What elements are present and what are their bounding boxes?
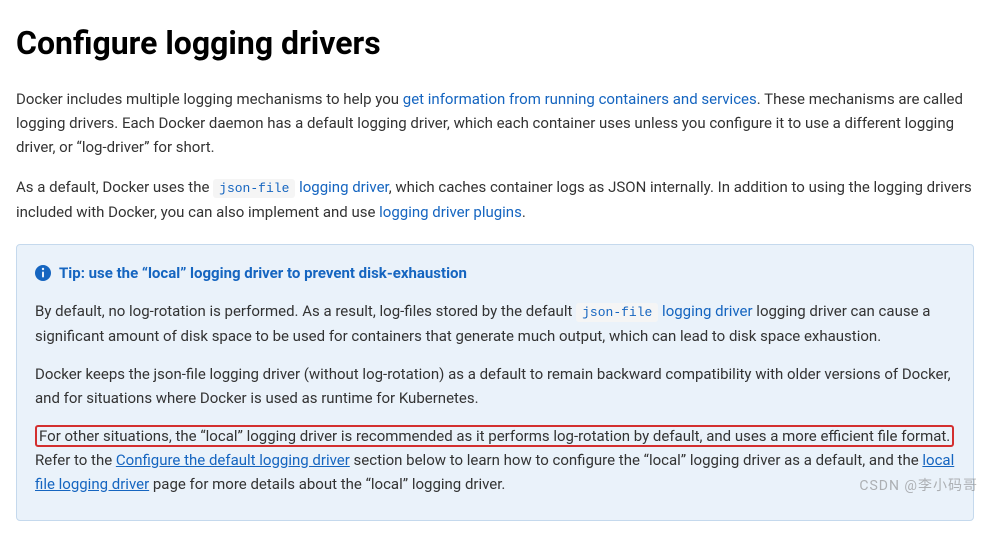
link-json-file-driver[interactable]: json-file logging driver bbox=[213, 178, 389, 196]
link-text: logging driver bbox=[295, 178, 388, 196]
link-logging-plugins[interactable]: logging driver plugins bbox=[379, 203, 522, 221]
text: As a default, Docker uses the bbox=[16, 178, 213, 196]
page-title: Configure logging drivers bbox=[16, 18, 974, 69]
tip-paragraph-1: By default, no log-rotation is performed… bbox=[35, 299, 955, 348]
highlighted-recommendation: For other situations, the “local” loggin… bbox=[35, 425, 954, 447]
code-json-file: json-file bbox=[213, 179, 295, 198]
text: By default, no log-rotation is performed… bbox=[35, 302, 576, 320]
intro-paragraph-1: Docker includes multiple logging mechani… bbox=[16, 87, 974, 159]
text: section below to learn how to configure … bbox=[350, 451, 923, 469]
tip-paragraph-2: Docker keeps the json-file logging drive… bbox=[35, 362, 955, 410]
intro-paragraph-2: As a default, Docker uses the json-file … bbox=[16, 175, 974, 224]
link-text: logging driver bbox=[658, 302, 752, 320]
tip-header: Tip: use the “local” logging driver to p… bbox=[35, 261, 955, 285]
tip-paragraph-3: For other situations, the “local” loggin… bbox=[35, 424, 955, 496]
info-icon bbox=[35, 265, 51, 281]
text: Docker includes multiple logging mechani… bbox=[16, 90, 403, 108]
text: Refer to the bbox=[35, 451, 116, 469]
link-json-file-driver-2[interactable]: json-file logging driver bbox=[576, 302, 752, 320]
tip-callout: Tip: use the “local” logging driver to p… bbox=[16, 244, 974, 521]
text: . bbox=[522, 203, 526, 221]
text: page for more details about the “local” … bbox=[149, 475, 505, 493]
link-configure-default[interactable]: Configure the default logging driver bbox=[116, 451, 350, 469]
code-json-file-2: json-file bbox=[576, 303, 658, 322]
tip-title: Tip: use the “local” logging driver to p… bbox=[59, 261, 467, 285]
link-get-info[interactable]: get information from running containers … bbox=[403, 90, 757, 108]
